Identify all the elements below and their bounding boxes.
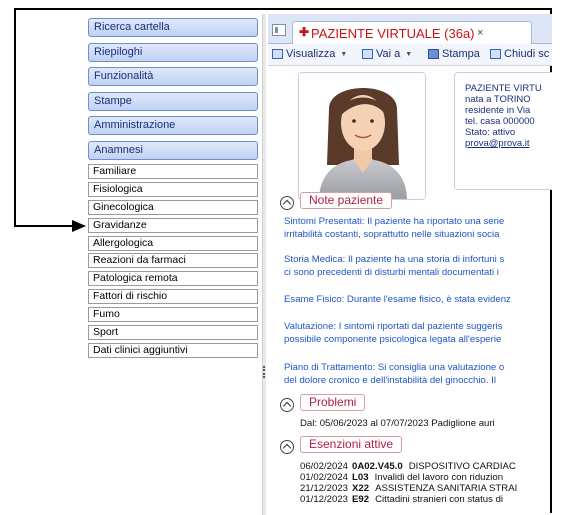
exemption-date: 01/12/2023 [300, 494, 349, 505]
vai-a-button[interactable]: Vai a ▼ [362, 48, 412, 60]
submenu-familiare[interactable]: Familiare [88, 164, 258, 179]
nav-stampe[interactable]: Stampe [88, 91, 258, 111]
note-line: Esame Fisico: Durante l'esame fisico, è … [284, 294, 511, 305]
close-icon[interactable]: × [477, 27, 483, 39]
note-line: Sintomi Presentati: Il paziente ha ripor… [284, 216, 505, 227]
patient-birthplace: nata a TORINO [465, 94, 531, 105]
patient-email-link[interactable]: prova@prova.it [465, 138, 552, 149]
note-line: possibile componente psicologica legata … [284, 334, 502, 345]
exemption-date: 01/02/2024 [300, 472, 349, 483]
exemption-desc: Invalidi del lavoro con riduzion [374, 472, 504, 483]
note-line: irritabilità costanti, soprattutto nelle… [284, 229, 500, 240]
submenu-sport[interactable]: Sport [88, 325, 258, 341]
annotation-frame-left [14, 8, 16, 227]
patient-panel: ✚ PAZIENTE VIRTUALE (36a) × Visualizza ▼… [268, 14, 552, 515]
caret-down-icon: ▼ [340, 50, 348, 58]
patient-avatar [298, 72, 426, 200]
splitter-grip-icon[interactable] [263, 366, 265, 378]
note-line: Piano di Trattamento: Si consiglia una v… [284, 362, 505, 373]
exemption-row: 06/02/2024 0A02.V45.0 DISPOSITIVO CARDIAC [300, 462, 516, 472]
panel-splitter[interactable] [262, 14, 266, 515]
tab-paziente[interactable]: ✚ PAZIENTE VIRTUALE (36a) × [292, 21, 532, 45]
exemption-code: E92 [352, 494, 370, 505]
tab-bar: ✚ PAZIENTE VIRTUALE (36a) × [268, 14, 552, 45]
printer-icon [428, 49, 439, 59]
collapse-exemptions-icon[interactable] [280, 440, 294, 454]
submenu-dati-clinici[interactable]: Dati clinici aggiuntivi [88, 342, 258, 358]
exemption-row: 01/02/2024 L03 Invalidi del lavoro con rid… [300, 473, 503, 483]
stampa-button[interactable]: Stampa [428, 48, 480, 60]
visualizza-label: Visualizza [286, 48, 336, 60]
list-icon [362, 49, 373, 59]
exemption-row: 21/12/2023 X22 ASSISTENZA SANITARIA STRAI [300, 484, 517, 494]
patient-info-card: PAZIENTE VIRTU nata a TORINO residente i… [454, 72, 552, 190]
exemption-desc: ASSISTENZA SANITARIA STRAI [375, 483, 518, 494]
caret-down-icon: ▼ [405, 50, 413, 58]
app-root: Ricerca cartella Riepiloghi Funzionalità… [0, 0, 566, 515]
submenu-patologica-remota[interactable]: Patologica remota [88, 271, 258, 287]
nav-anamnesi[interactable]: Anamnesi [88, 140, 258, 160]
female-avatar-icon [299, 73, 425, 199]
problem-row: Dal: 05/06/2023 al 07/07/2023 Padiglione… [300, 418, 495, 429]
submenu-fattori-rischio[interactable]: Fattori di rischio [88, 289, 258, 305]
visualizza-button[interactable]: Visualizza ▼ [272, 48, 347, 60]
submenu-fisiologica[interactable]: Fisiologica [88, 181, 258, 197]
problems-section-header[interactable]: Problemi [300, 394, 366, 411]
nav-riepiloghi[interactable]: Riepiloghi [88, 42, 258, 62]
panel-toggle-icon[interactable] [272, 24, 286, 36]
nav-funzionalita[interactable]: Funzionalità [88, 67, 258, 86]
anamnesi-submenu: Familiare Fisiologica Ginecologica Gravi… [88, 164, 258, 361]
note-line: Storia Medica: Il paziente ha una storia… [284, 254, 505, 265]
collapse-notes-icon[interactable] [280, 196, 294, 210]
patient-status: Stato: attivo [465, 127, 516, 138]
vai-a-label: Vai a [376, 48, 401, 60]
submenu-fumo[interactable]: Fumo [88, 307, 258, 323]
exemption-date: 06/02/2024 [300, 461, 349, 472]
notes-section-header[interactable]: Note paziente [300, 192, 393, 209]
exemption-desc: DISPOSITIVO CARDIAC [408, 461, 516, 472]
tab-title: PAZIENTE VIRTUALE (36a) [311, 26, 475, 41]
medical-cross-icon: ✚ [299, 25, 310, 39]
toolbar: Visualizza ▼ Vai a ▼ Stampa Chiudi sc [268, 44, 552, 66]
annotation-frame-top [14, 8, 552, 10]
nav-amministrazione[interactable]: Amministrazione [88, 116, 258, 135]
note-line: del dolore cronico e dell'instabilità de… [284, 375, 496, 386]
exemption-code: L03 [352, 472, 369, 483]
nav-ricerca-cartella[interactable]: Ricerca cartella [88, 18, 258, 37]
patient-name: PAZIENTE VIRTU [465, 83, 542, 94]
exemptions-section-header[interactable]: Esenzioni attive [300, 436, 403, 453]
collapse-problems-icon[interactable] [280, 398, 294, 412]
submenu-gravidanze[interactable]: Gravidanze [88, 217, 258, 233]
patient-phone: tel. casa 000000 [465, 116, 535, 127]
exemption-code: X22 [352, 483, 370, 494]
stampa-label: Stampa [442, 48, 480, 60]
left-nav: Ricerca cartella Riepiloghi Funzionalità… [88, 18, 258, 165]
submenu-ginecologica[interactable]: Ginecologica [88, 199, 258, 215]
list-icon [272, 49, 283, 59]
note-line: Valutazione: I sintomi riportati dal paz… [284, 321, 503, 332]
exemption-row: 01/12/2023 E92 Cittadini stranieri con sta… [300, 495, 503, 505]
exemption-code: 0A02.V45.0 [352, 461, 403, 472]
annotation-arrow-line [14, 225, 74, 227]
submenu-reazioni-farmaci[interactable]: Reazioni da farmaci [88, 253, 258, 269]
exemption-date: 21/12/2023 [300, 483, 349, 494]
chiudi-label: Chiudi sc [504, 48, 550, 60]
chiudi-button[interactable]: Chiudi sc [490, 48, 549, 60]
note-line: ci sono precedenti di disturbi mentali d… [284, 267, 499, 278]
patient-residence: residente in Via [465, 105, 531, 116]
submenu-allergologica[interactable]: Allergologica [88, 235, 258, 251]
annotation-arrow-icon [72, 220, 86, 232]
list-icon [490, 49, 501, 59]
exemption-desc: Cittadini stranieri con status di [375, 494, 504, 505]
